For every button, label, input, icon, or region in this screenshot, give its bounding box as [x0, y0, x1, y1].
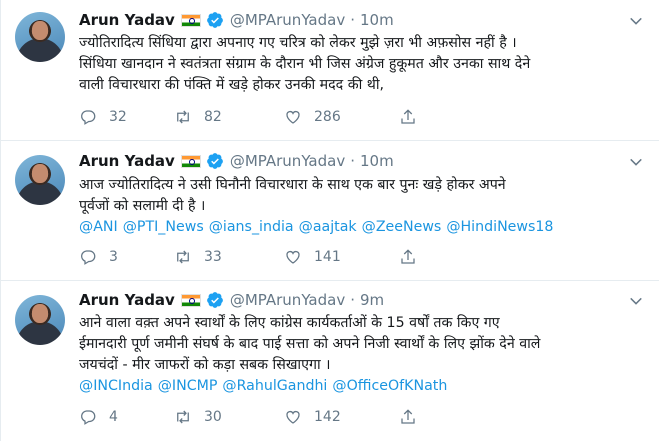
heart-icon — [286, 411, 300, 424]
heart-icon — [286, 251, 300, 264]
like-button[interactable]: 286 — [284, 108, 399, 126]
chevron-down-icon[interactable] — [628, 293, 644, 309]
tweet-text-line: वाली विचारधारा की पंक्ति में खड़े होकर उ… — [79, 77, 385, 93]
tweet-text: ज्योतिरादित्य सिंधिया द्वारा अपनाए गए चर… — [79, 33, 645, 96]
like-button[interactable]: 142 — [284, 408, 399, 426]
heart-icon — [286, 111, 300, 124]
verified-badge-icon — [206, 291, 224, 309]
india-flag-icon — [180, 154, 201, 168]
tweet-thread: Arun Yadav @MPArunYadav · 10m ज्योतिरादि… — [0, 0, 659, 441]
retweet-count: 33 — [204, 249, 222, 265]
share-button[interactable] — [399, 408, 439, 426]
author-name[interactable]: Arun Yadav — [79, 152, 175, 170]
retweet-button[interactable]: 82 — [174, 108, 284, 126]
verified-badge-icon — [206, 152, 224, 170]
tweet-actions: 3 33 141 — [79, 247, 519, 267]
reply-icon — [81, 110, 96, 125]
mention-link[interactable]: @ANI — [79, 219, 118, 235]
separator-dot: · — [350, 291, 355, 309]
india-flag-icon — [180, 13, 201, 27]
tweet[interactable]: Arun Yadav @MPArunYadav · 10m आज ज्योतिर… — [1, 141, 659, 281]
mention-link[interactable]: @aajtak — [299, 219, 357, 235]
mention-link[interactable]: @PTI_News — [123, 219, 204, 235]
share-icon — [401, 109, 415, 124]
tweet-text-line: ज्योतिरादित्य सिंधिया द्वारा अपनाए गए चर… — [79, 35, 517, 51]
chevron-down-icon[interactable] — [628, 13, 644, 29]
retweet-count: 30 — [204, 409, 222, 425]
tweet-text-line: सिंधिया खानदान ने स्वतंत्रता संग्राम के … — [79, 56, 531, 72]
reply-count: 3 — [109, 249, 118, 265]
reply-button[interactable]: 3 — [79, 248, 174, 266]
avatar[interactable] — [15, 295, 65, 345]
mention-link[interactable]: @ZeeNews — [362, 219, 442, 235]
reply-count: 32 — [109, 109, 127, 125]
tweet-actions: 32 82 286 — [79, 107, 519, 127]
share-icon — [401, 409, 415, 424]
retweet-icon — [177, 250, 189, 264]
mention-link[interactable]: @HindiNews18 — [446, 219, 553, 235]
reply-icon — [81, 410, 96, 425]
avatar[interactable] — [15, 155, 65, 205]
author-name[interactable]: Arun Yadav — [79, 11, 175, 29]
mention-link[interactable]: @ians_india — [209, 219, 294, 235]
india-flag-icon — [180, 293, 201, 307]
separator-dot: · — [350, 152, 355, 170]
chevron-down-icon[interactable] — [628, 154, 644, 170]
reply-count: 4 — [109, 409, 118, 425]
retweet-icon — [177, 110, 189, 124]
tweet-header: Arun Yadav @MPArunYadav · 10m — [79, 151, 394, 171]
tweet-text-line: ईमानदारी पूर्ण जमीनी संघर्ष के बाद पाई स… — [79, 336, 541, 352]
share-icon — [401, 249, 415, 264]
author-handle[interactable]: @MPArunYadav — [230, 11, 345, 29]
tweet-text-line: जयचंदों - मीर जाफरों को कड़ा सबक सिखाएगा… — [79, 357, 331, 373]
reply-icon — [81, 250, 96, 265]
mention-link[interactable]: @RahulGandhi — [222, 378, 327, 394]
timestamp[interactable]: 10m — [360, 11, 394, 29]
share-button[interactable] — [399, 248, 439, 266]
author-handle[interactable]: @MPArunYadav — [230, 291, 345, 309]
mention-link[interactable]: @INCIndia — [79, 378, 153, 394]
tweet-header: Arun Yadav @MPArunYadav · 10m — [79, 10, 394, 30]
reply-button[interactable]: 32 — [79, 108, 174, 126]
like-count: 141 — [314, 249, 341, 265]
verified-badge-icon — [206, 11, 224, 29]
retweet-button[interactable]: 30 — [174, 408, 284, 426]
timestamp[interactable]: 9m — [360, 291, 384, 309]
tweet-text-line: पूर्वजों को सलामी दी है । — [79, 198, 206, 214]
tweet-text: आज ज्योतिरादित्य ने उसी घिनौनी विचारधारा… — [79, 175, 645, 217]
retweet-button[interactable]: 33 — [174, 248, 284, 266]
tweet-text-line: आज ज्योतिरादित्य ने उसी घिनौनी विचारधारा… — [79, 177, 506, 193]
separator-dot: · — [350, 11, 355, 29]
tweet[interactable]: Arun Yadav @MPArunYadav · 10m ज्योतिरादि… — [1, 0, 659, 141]
tweet-text-line: आने वाला वक़्त अपने स्वार्थों के लिए कां… — [79, 315, 500, 331]
like-count: 286 — [314, 109, 341, 125]
retweet-icon — [177, 410, 189, 424]
avatar[interactable] — [15, 12, 65, 62]
mention-list: @ANI @PTI_News @ians_india @aajtak @ZeeNews @… — [79, 217, 558, 238]
mention-link[interactable]: @OfficeOfKNath — [332, 378, 447, 394]
reply-button[interactable]: 4 — [79, 408, 174, 426]
retweet-count: 82 — [204, 109, 222, 125]
mention-link[interactable]: @INCMP — [158, 378, 218, 394]
tweet[interactable]: Arun Yadav @MPArunYadav · 9m आने वाला वक… — [1, 281, 659, 441]
author-handle[interactable]: @MPArunYadav — [230, 152, 345, 170]
timestamp[interactable]: 10m — [360, 152, 394, 170]
tweet-actions: 4 30 142 — [79, 407, 519, 427]
like-button[interactable]: 141 — [284, 248, 399, 266]
share-button[interactable] — [399, 108, 439, 126]
like-count: 142 — [314, 409, 341, 425]
author-name[interactable]: Arun Yadav — [79, 291, 175, 309]
mention-list: @INCIndia @INCMP @RahulGandhi @OfficeOfKNat… — [79, 376, 452, 397]
tweet-header: Arun Yadav @MPArunYadav · 9m — [79, 290, 384, 310]
tweet-text: आने वाला वक़्त अपने स्वार्थों के लिए कां… — [79, 313, 645, 376]
